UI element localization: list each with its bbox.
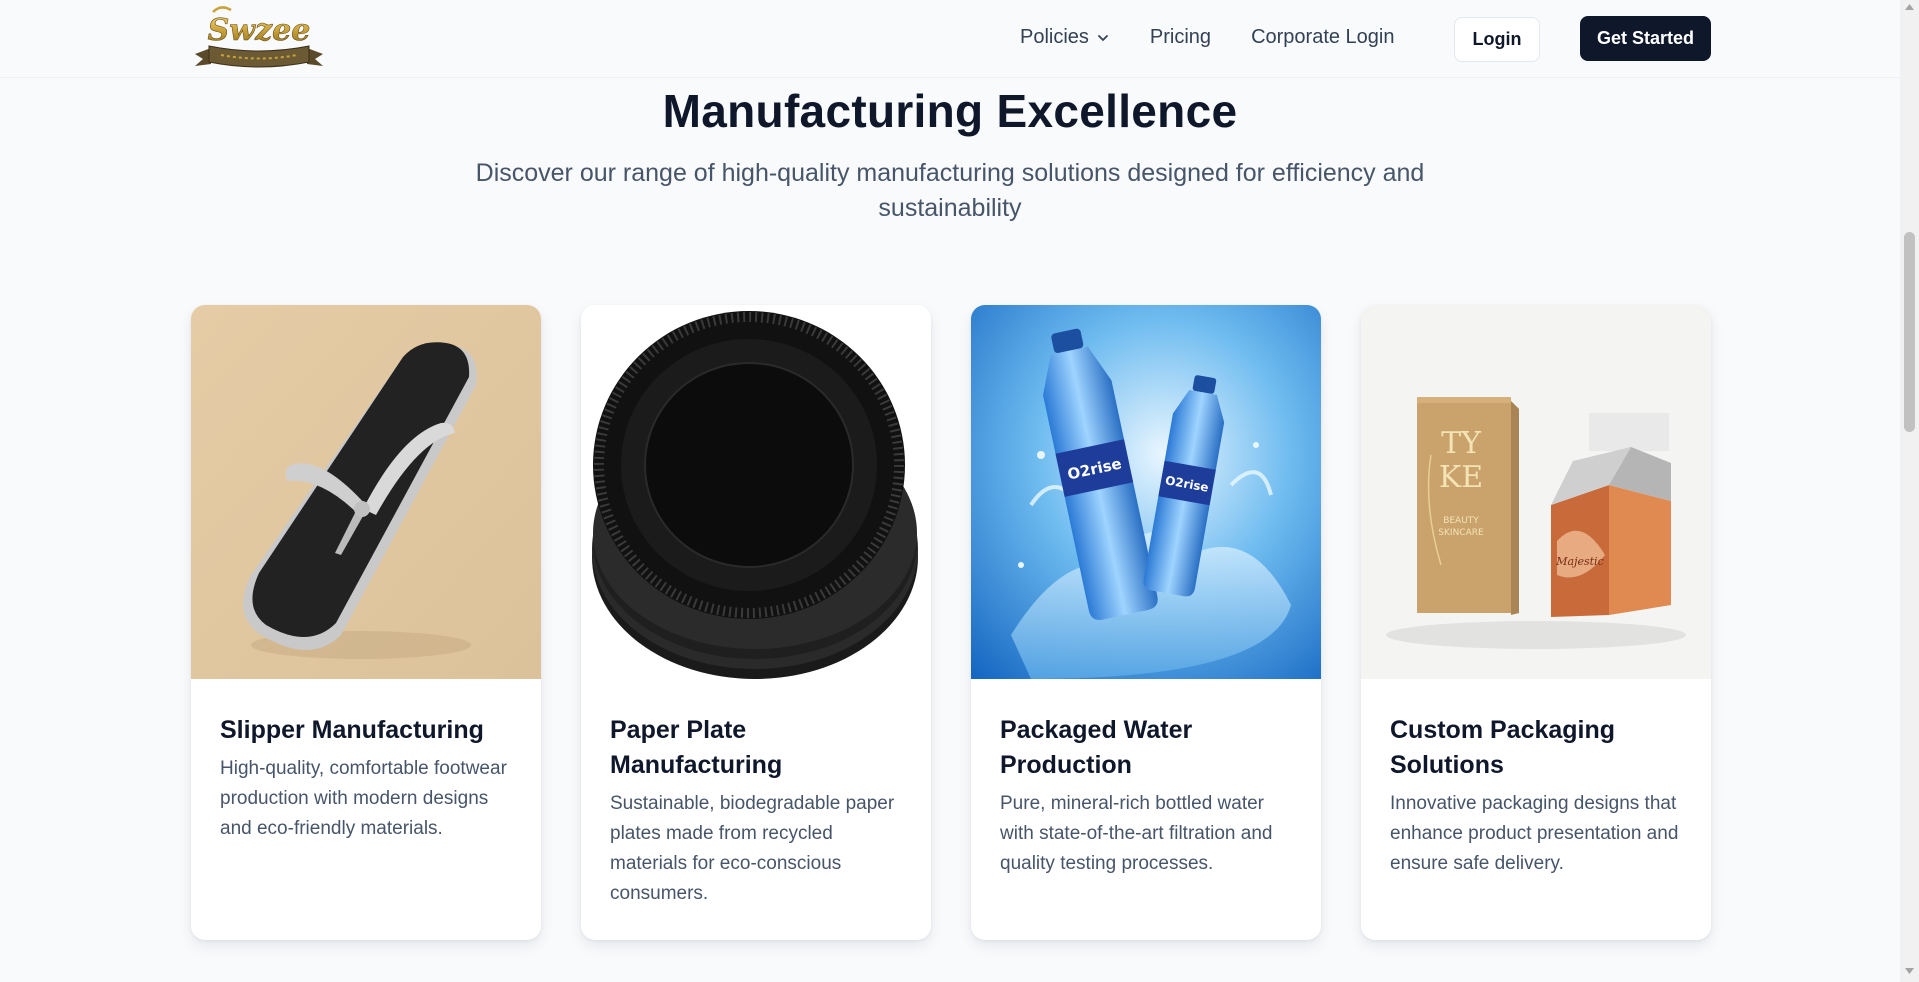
card-description: Innovative packaging designs that enhanc… xyxy=(1390,793,1679,874)
card-title: Packaged Water Production xyxy=(1000,716,1193,779)
water-bottle-image: O2rise O2rise xyxy=(971,305,1321,679)
card-title: Paper Plate Manufacturing xyxy=(610,716,783,779)
box-brand-line3: BEAUTY xyxy=(1443,516,1479,526)
box-brand-line1: TY xyxy=(1441,426,1482,461)
box2-brand: Majestic xyxy=(1555,555,1604,568)
service-card-packaged-water[interactable]: O2rise O2rise Packaged Water Production … xyxy=(971,305,1321,940)
top-navbar: Swzee Policies Pricing Corporate Login L… xyxy=(0,0,1900,78)
nav-pricing-link[interactable]: Pricing xyxy=(1150,26,1211,49)
paper-plate-image xyxy=(581,305,931,679)
logo-text: Swzee xyxy=(208,13,311,48)
card-title: Custom Packaging Solutions xyxy=(1390,716,1616,779)
chevron-down-icon xyxy=(1098,34,1108,41)
nav-policies-label: Policies xyxy=(1020,26,1089,48)
service-card-slipper[interactable]: Slipper Manufacturing High-quality, comf… xyxy=(191,305,541,940)
service-card-paper-plate[interactable]: Paper Plate Manufacturing Sustainable, b… xyxy=(581,305,931,940)
card-description: Sustainable, biodegradable paper plates … xyxy=(610,793,895,904)
service-card-custom-packaging[interactable]: TY KE BEAUTY SKINCARE Majestic Custom Pa… xyxy=(1361,305,1711,940)
page-scrollbar[interactable] xyxy=(1900,0,1919,982)
scroll-up-arrow-icon[interactable] xyxy=(1905,4,1914,10)
get-started-button[interactable]: Get Started xyxy=(1580,16,1711,61)
nav-links: Policies Pricing Corporate Login xyxy=(1020,26,1435,49)
slipper-image xyxy=(191,305,541,679)
box-brand-line4: SKINCARE xyxy=(1438,528,1484,538)
brand-logo[interactable]: Swzee xyxy=(191,2,327,74)
nav-corporate-login-link[interactable]: Corporate Login xyxy=(1251,26,1394,49)
scroll-down-arrow-icon[interactable] xyxy=(1905,968,1914,974)
nav-policies-dropdown[interactable]: Policies xyxy=(1020,26,1110,49)
packaging-box-image: TY KE BEAUTY SKINCARE Majestic xyxy=(1361,305,1711,679)
card-description: High-quality, comfortable footwear produ… xyxy=(220,758,507,839)
login-button[interactable]: Login xyxy=(1454,17,1540,62)
scrollbar-thumb[interactable] xyxy=(1904,232,1915,432)
card-title: Slipper Manufacturing xyxy=(220,716,484,744)
section-subtitle: Discover our range of high-quality manuf… xyxy=(475,159,1425,222)
card-description: Pure, mineral-rich bottled water with st… xyxy=(1000,793,1273,874)
section-title: Manufacturing Excellence xyxy=(662,85,1238,137)
box-brand-line2: KE xyxy=(1439,460,1483,495)
